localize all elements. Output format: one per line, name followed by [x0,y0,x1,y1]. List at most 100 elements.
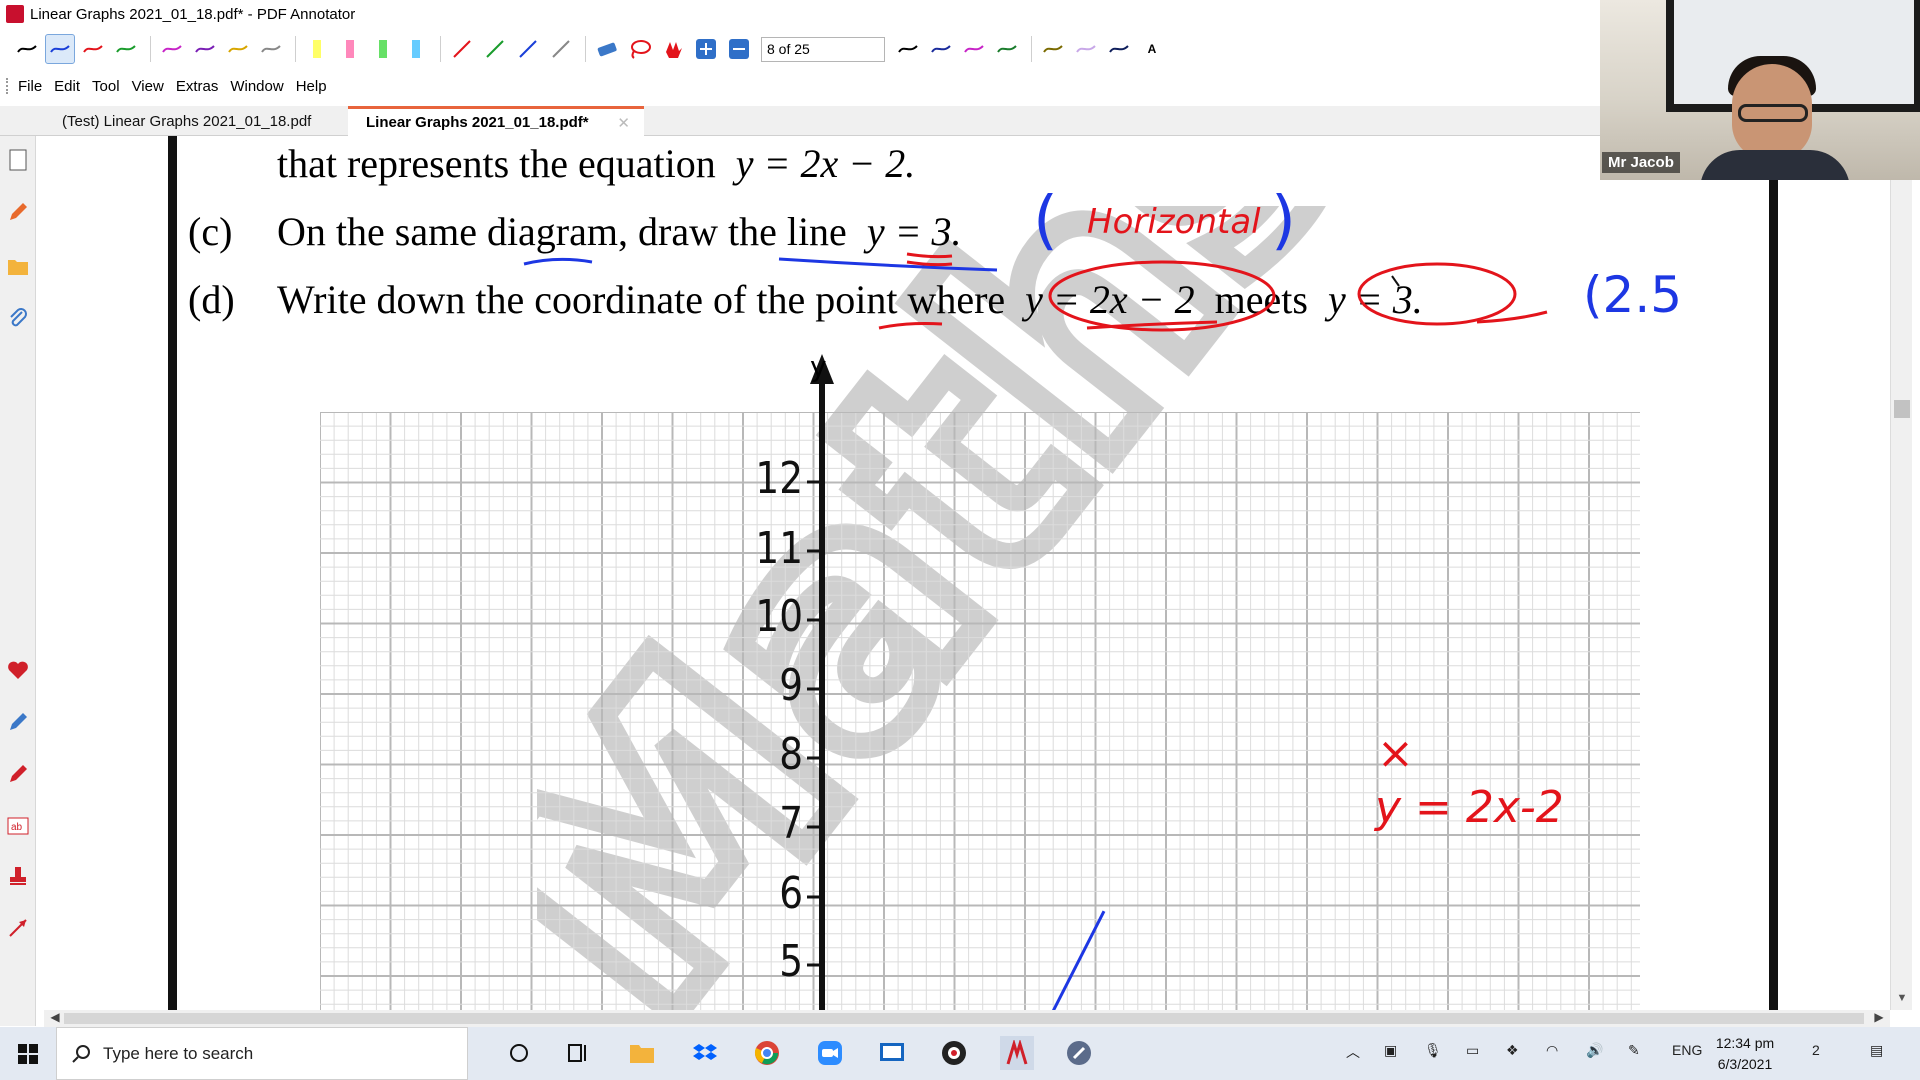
volume-icon[interactable]: 🔊 [1586,1042,1603,1059]
taskbar-clock[interactable]: 12:34 pm 6/3/2021 [1700,1033,1790,1075]
tab-label: Linear Graphs 2021_01_18.pdf* [366,114,589,131]
scroll-right-icon[interactable]: ▶ [1870,1010,1888,1024]
language-indicator[interactable]: ENG [1672,1042,1702,1058]
tab-close-icon[interactable]: ✕ [617,114,630,132]
tab-test-linear-graphs[interactable]: (Test) Linear Graphs 2021_01_18.pdf [44,106,344,136]
microphone-icon[interactable]: 🎙 [1424,1042,1442,1059]
pen-green-button[interactable] [111,34,141,64]
toolbar-separator [150,36,151,62]
highlighter-pink-button[interactable] [335,34,365,64]
heart-icon[interactable] [4,656,32,684]
arrow-tool-icon[interactable] [4,914,32,942]
lasso-icon[interactable] [625,34,655,64]
presenter-glasses [1738,104,1808,122]
line-gray-button[interactable] [546,34,576,64]
clock-date: 6/3/2021 [1717,1056,1773,1072]
presenter-name-tag: Mr Jacob [1602,152,1680,173]
scroll-track[interactable] [64,1013,1864,1024]
horizontal-scrollbar[interactable]: ◀ ▶ [44,1010,1890,1027]
action-center-icon[interactable]: ▤ [1870,1042,1883,1059]
window-title: Linear Graphs 2021_01_18.pdf* - PDF Anno… [30,5,356,23]
pen-black-button[interactable] [12,34,42,64]
pen-preset-magenta-button[interactable] [959,34,989,64]
hand-pan-icon[interactable] [658,34,688,64]
document-canvas[interactable]: MathsBattle y 12 11 10 9 8 7 6 5 that re… [37,136,1890,1010]
notification-count: 2 [1812,1042,1820,1058]
menu-help[interactable]: Help [296,78,327,95]
marker-icon[interactable] [4,708,32,736]
page-number-field[interactable]: 8 of 25 [761,36,885,62]
dropbox-icon[interactable] [688,1036,722,1070]
page-thumbnail-icon[interactable] [4,146,32,174]
pen-red-button[interactable] [78,34,108,64]
pen-gray-button[interactable] [256,34,286,64]
line-label: y = 2x-2 [1375,782,1564,833]
toolbar-separator [1031,36,1032,62]
line-red-button[interactable] [447,34,477,64]
cortana-icon[interactable] [502,1036,536,1070]
zoom-in-button[interactable] [691,34,721,64]
left-tool-strip: ab [0,136,36,1026]
highlighter-blue-button[interactable] [401,34,431,64]
highlighter-green-button[interactable] [368,34,398,64]
battery-icon[interactable]: ▭ [1466,1042,1479,1059]
toolbar-separator [295,36,296,62]
meet-now-icon[interactable]: ▣ [1384,1042,1397,1059]
zoom-out-button[interactable] [724,34,754,64]
pen-yellow-button[interactable] [223,34,253,64]
line-green-button[interactable] [480,34,510,64]
wifi-icon[interactable]: ◠ [1546,1042,1558,1059]
pen-preset-lilac-button[interactable] [1071,34,1101,64]
pencil-icon[interactable] [4,198,32,226]
tray-chevron-icon[interactable]: ︿ [1346,1042,1360,1062]
menu-window[interactable]: Window [230,78,283,95]
line-blue-button[interactable] [513,34,543,64]
text-tool-label: A [1147,42,1157,56]
search-placeholder: Type here to search [103,1043,254,1063]
pen-preset-green-button[interactable] [992,34,1022,64]
scroll-thumb[interactable] [1894,400,1910,418]
pen-magenta-button[interactable] [157,34,187,64]
menu-tool[interactable]: Tool [92,78,120,95]
highlighter-yellow-button[interactable] [302,34,332,64]
menu-file[interactable]: File [18,78,42,95]
pen-preset-black-button[interactable] [893,34,923,64]
folder-icon[interactable] [4,252,32,280]
whiteboard-app-icon[interactable] [875,1036,909,1070]
windows-start-icon[interactable] [0,1027,56,1080]
main-toolbar: 8 of 25 A [0,28,1600,70]
scroll-down-icon[interactable]: ▼ [1891,992,1913,1004]
stamp-icon[interactable] [4,862,32,890]
zoom-app-icon[interactable] [813,1036,847,1070]
tab-linear-graphs[interactable]: Linear Graphs 2021_01_18.pdf* ✕ [348,106,644,136]
notification-badge-icon[interactable]: 2 [1812,1042,1820,1058]
paperclip-icon[interactable] [4,304,32,332]
menu-view[interactable]: View [132,78,164,95]
pen-purple-button[interactable] [190,34,220,64]
dropbox-tray-icon[interactable]: ❖ [1506,1042,1519,1059]
menu-edit[interactable]: Edit [54,78,80,95]
text-box-icon[interactable]: ab [4,812,32,840]
document-tab-bar: (Test) Linear Graphs 2021_01_18.pdf Line… [0,106,1600,136]
tab-label: (Test) Linear Graphs 2021_01_18.pdf [62,112,312,130]
menu-extras[interactable]: Extras [176,78,219,95]
eraser-icon[interactable] [592,34,622,64]
obs-recorder-icon[interactable] [937,1036,971,1070]
quicktime-icon[interactable] [1062,1036,1096,1070]
taskbar-search-box[interactable]: Type here to search [56,1027,468,1080]
task-view-icon[interactable] [562,1036,596,1070]
pen-preset-olive-button[interactable] [1038,34,1068,64]
pen-tray-icon[interactable]: ✎ [1628,1042,1640,1059]
chrome-icon[interactable] [750,1036,784,1070]
pen-blue-button[interactable] [45,34,75,64]
vertical-scrollbar[interactable]: ▲ ▼ [1890,136,1912,1010]
toolbar-separator [440,36,441,62]
menu-bar: File Edit Tool View Extras Window Help [0,72,1600,100]
pen-preset-dark-blue-button[interactable] [1104,34,1134,64]
pdf-annotator-taskbar-icon[interactable] [1000,1036,1034,1070]
highlighter-icon[interactable] [4,760,32,788]
pen-preset-navy-button[interactable] [926,34,956,64]
scroll-left-icon[interactable]: ◀ [46,1010,64,1024]
text-tool-button[interactable]: A [1137,34,1167,64]
file-explorer-icon[interactable] [625,1036,659,1070]
